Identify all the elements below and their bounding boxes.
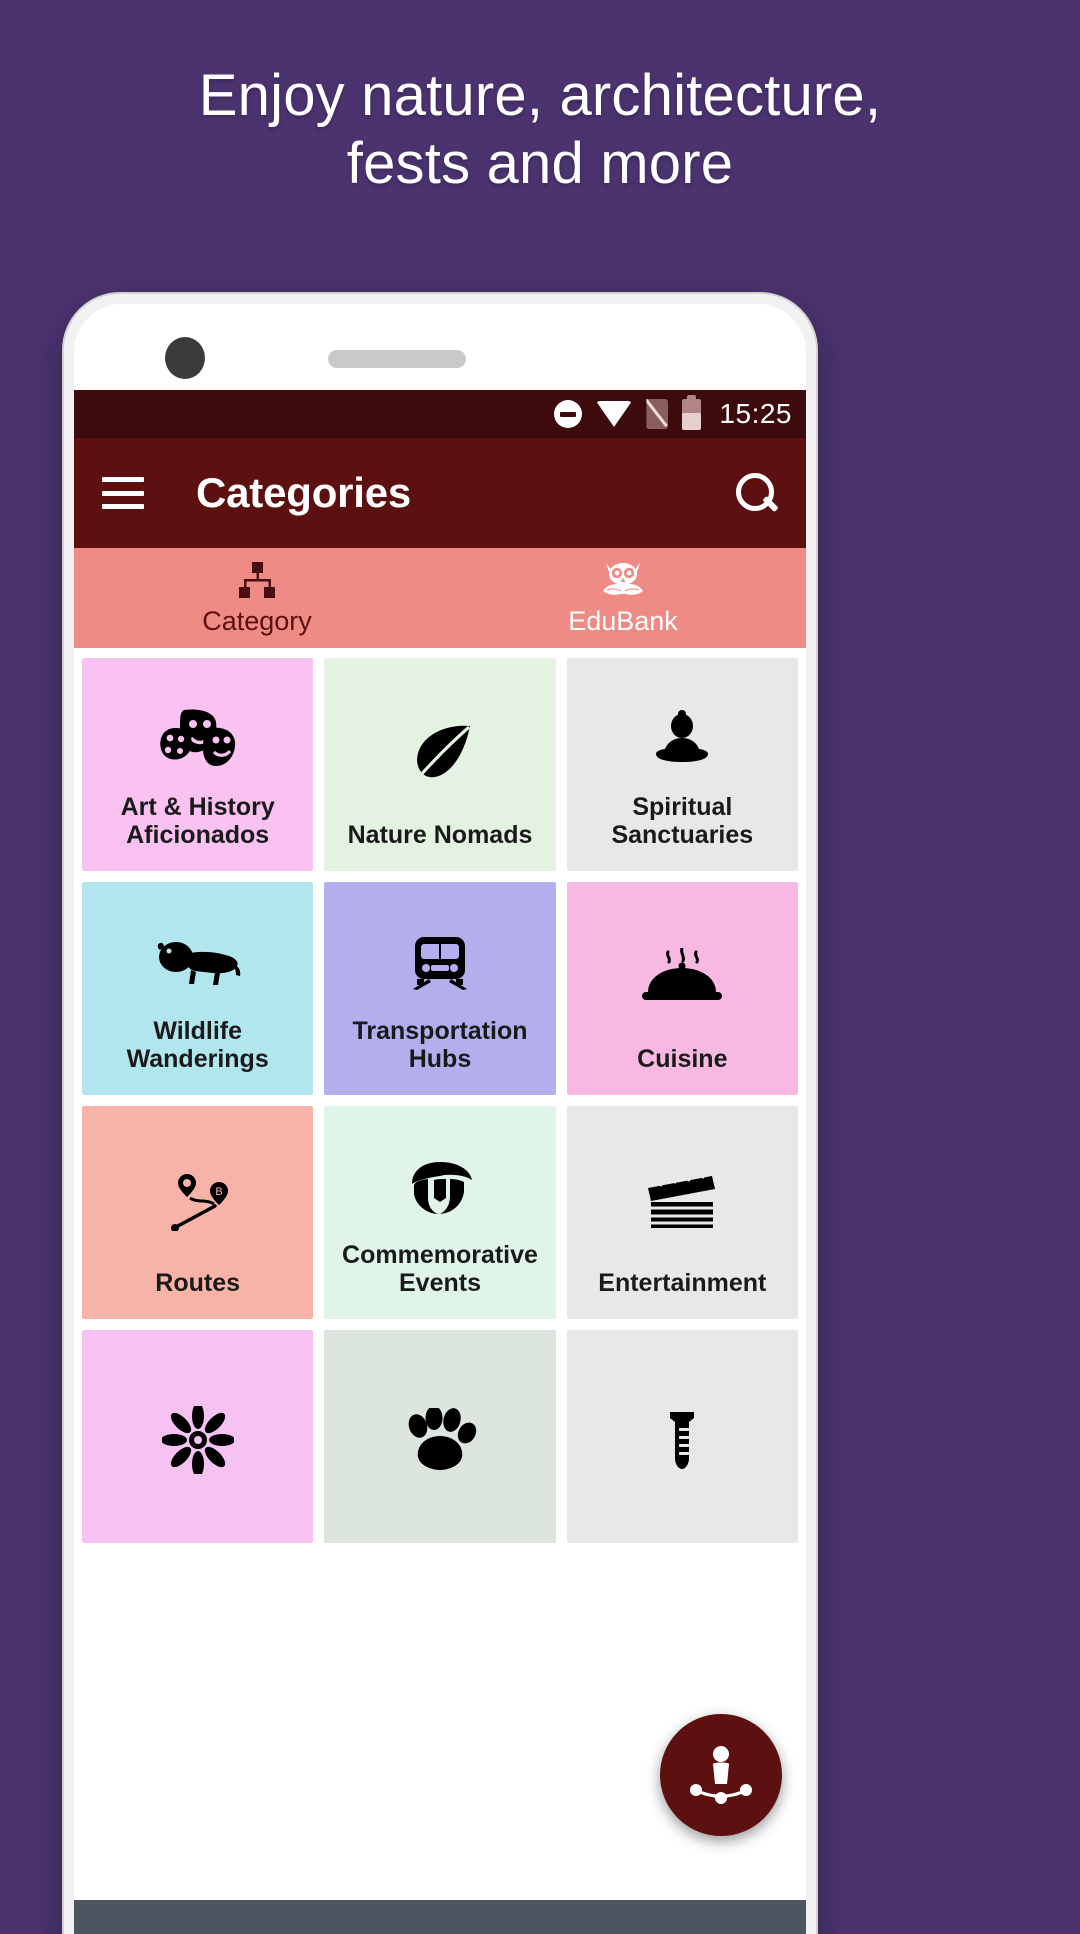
tab-category-label: Category — [202, 605, 312, 636]
community-person-icon — [690, 1746, 752, 1804]
leaf-icon — [334, 686, 545, 821]
search-icon[interactable] — [734, 471, 778, 515]
tab-bar: Category EduBank — [74, 548, 806, 648]
food-dome-icon — [577, 910, 788, 1045]
phone-screen-container: 15:25 Categories Category EduBank Art & … — [74, 304, 806, 1934]
app-bar: Categories — [74, 438, 806, 548]
tab-category[interactable]: Category — [74, 548, 440, 648]
category-card-label: Entertainment — [598, 1268, 767, 1297]
tab-edubank-label: EduBank — [568, 605, 678, 636]
bottom-nav-strip — [74, 1900, 806, 1934]
earpiece-speaker — [328, 350, 466, 368]
hamburger-menu-icon[interactable] — [102, 477, 144, 509]
category-card-label: Spiritual Sanctuaries — [611, 792, 754, 849]
category-card-label: Routes — [155, 1268, 241, 1297]
category-card-label: Nature Nomads — [347, 820, 533, 849]
category-card-flower[interactable] — [82, 1330, 314, 1543]
community-fab-button[interactable] — [660, 1714, 782, 1836]
battery-icon — [682, 394, 702, 430]
lion-icon — [92, 910, 303, 1017]
status-bar-time: 15:25 — [719, 398, 792, 429]
app-screen: 15:25 Categories Category EduBank Art & … — [74, 390, 806, 1934]
phone-bezel-top — [74, 304, 806, 390]
front-camera-icon — [165, 337, 205, 379]
spartan-helmet-icon — [334, 1134, 545, 1241]
category-card-nature-nomads[interactable]: Nature Nomads — [324, 658, 556, 871]
category-card-art-history[interactable]: Art & History Aficionados — [82, 658, 314, 871]
buddha-icon — [577, 686, 788, 793]
status-bar: 15:25 — [74, 390, 806, 438]
flower-icon — [92, 1358, 303, 1521]
category-card-label: Art & History Aficionados — [120, 792, 275, 849]
category-card-commemorative-events[interactable]: Commemorative Events — [324, 1106, 556, 1319]
category-card-label: Wildlife Wanderings — [126, 1016, 269, 1073]
category-card-label: Cuisine — [637, 1044, 728, 1073]
category-grid: Art & History Aficionados Nature Nomads — [74, 648, 806, 1543]
category-card-science[interactable] — [566, 1330, 798, 1543]
category-card-label: Transportation Hubs — [352, 1016, 528, 1073]
category-card-paw[interactable] — [324, 1330, 556, 1543]
category-card-wildlife-wanderings[interactable]: Wildlife Wanderings — [82, 882, 314, 1095]
category-card-routes[interactable]: B Routes — [82, 1106, 314, 1319]
do-not-disturb-icon — [554, 400, 583, 428]
owl-book-icon — [600, 560, 646, 602]
svg-text:B: B — [215, 1186, 222, 1198]
paw-print-icon — [334, 1358, 545, 1521]
category-card-transportation-hubs[interactable]: Transportation Hubs — [324, 882, 556, 1095]
tab-edubank[interactable]: EduBank — [440, 548, 806, 648]
category-card-spiritual-sanctuaries[interactable]: Spiritual Sanctuaries — [566, 658, 798, 871]
route-map-icon: B — [92, 1134, 303, 1269]
promo-headline: Enjoy nature, architecture, fests and mo… — [198, 63, 882, 196]
theater-masks-palette-icon — [92, 686, 303, 793]
clapperboard-icon — [577, 1134, 788, 1269]
category-card-entertainment[interactable]: Entertainment — [566, 1106, 798, 1319]
sitemap-icon — [237, 560, 277, 602]
train-icon — [334, 910, 545, 1017]
sim-off-icon — [646, 399, 669, 429]
phone-mockup: 15:25 Categories Category EduBank Art & … — [64, 294, 816, 1934]
category-card-cuisine[interactable]: Cuisine — [566, 882, 798, 1095]
category-card-label: Commemorative Events — [342, 1240, 538, 1297]
page-title: Categories — [196, 469, 412, 516]
science-beaker-icon — [577, 1358, 788, 1521]
wifi-icon — [596, 401, 633, 427]
